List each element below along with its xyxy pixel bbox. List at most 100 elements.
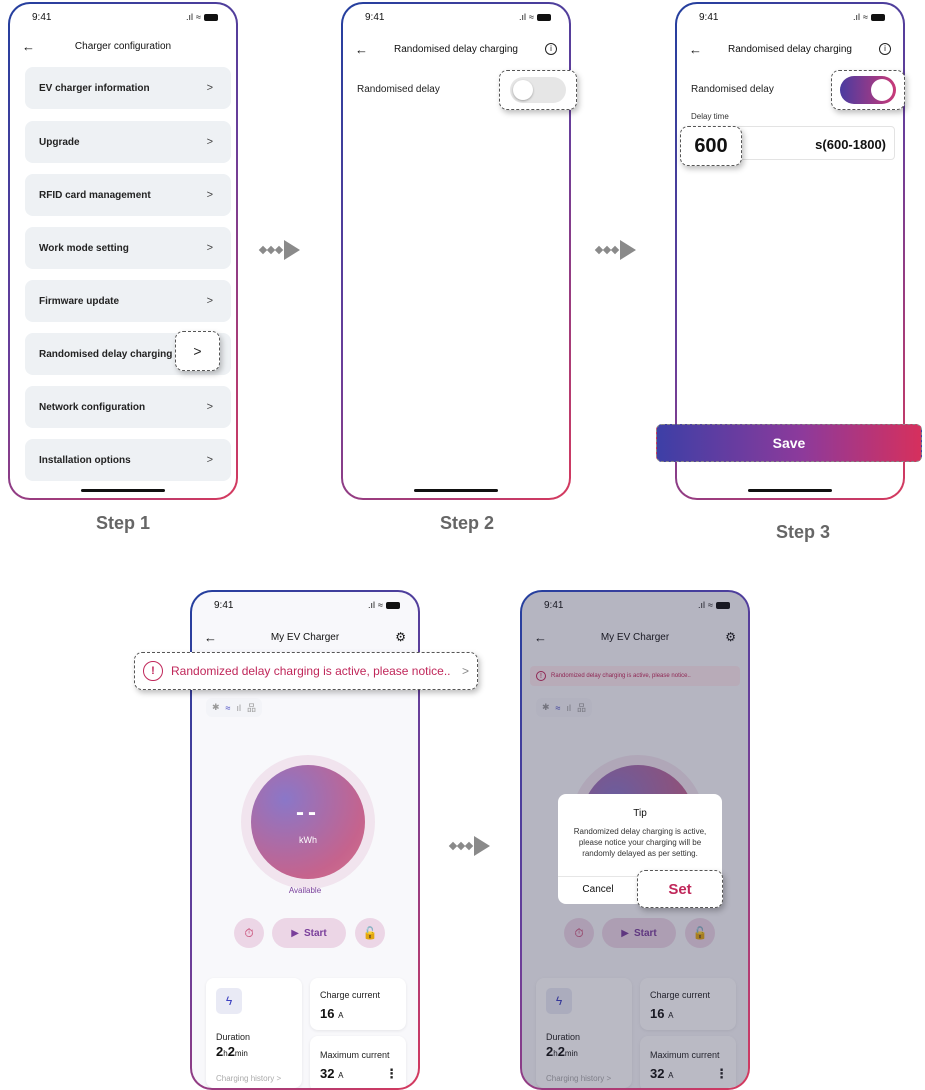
chevron-right-icon: > <box>206 401 213 413</box>
status-icons: .ıl ≈ <box>186 12 218 22</box>
charge-current-value: 16 A <box>320 1006 344 1021</box>
cellular-icon: ıl <box>236 702 242 713</box>
tip-body: Randomized delay charging is active, ple… <box>573 827 707 858</box>
chevron-right-icon: > <box>206 454 213 466</box>
alert-icon: ! <box>143 661 163 681</box>
delay-value-input[interactable]: 600 <box>680 126 742 166</box>
toggle-knob <box>871 79 893 101</box>
back-arrow-icon[interactable]: ← <box>204 630 217 645</box>
flow-arrow-3 <box>448 836 490 856</box>
energy-value: -- <box>296 799 320 826</box>
info-icon[interactable]: i <box>879 43 891 55</box>
page-title: Charger configuration <box>74 40 172 52</box>
delay-unit: s(600-1800) <box>815 137 886 152</box>
status-icons: .ıl ≈ <box>368 600 400 610</box>
status-time: 9:41 <box>699 11 719 23</box>
toggle-label: Randomised delay <box>357 84 440 95</box>
menu-item-upgrade[interactable]: Upgrade > <box>25 121 231 163</box>
home-indicator <box>748 489 832 492</box>
tip-title: Tip <box>633 808 647 819</box>
header: ← My EV Charger ⚙ <box>192 625 418 649</box>
menu-item-rfid-card-management[interactable]: RFID card management > <box>25 174 231 216</box>
charging-history-link[interactable]: Charging history > <box>216 1074 281 1083</box>
more-vertical-icon[interactable]: ⋮ <box>385 1066 398 1082</box>
toggle-label: Randomised delay <box>691 84 774 95</box>
battery-icon <box>386 601 400 609</box>
menu-item-label: RFID card management <box>39 189 151 201</box>
back-arrow-icon[interactable]: ← <box>355 42 368 57</box>
settings-gear-icon[interactable]: ⚙ <box>395 630 406 644</box>
energy-gauge: -- kWh <box>251 765 365 879</box>
page-title: Randomised delay charging <box>728 43 852 55</box>
bluetooth-icon: ✱ <box>212 702 220 712</box>
set-label: Set <box>668 880 692 898</box>
play-icon: ▶ <box>291 927 299 939</box>
back-arrow-icon[interactable]: ← <box>689 42 702 57</box>
start-button[interactable]: ▶ Start <box>272 918 346 948</box>
page-title: My EV Charger <box>270 631 340 643</box>
unlock-icon[interactable]: 🔓 <box>355 918 385 948</box>
status-bar: 9:41 .ıl ≈ <box>699 10 885 24</box>
menu-item-network-configuration[interactable]: Network configuration > <box>25 386 231 428</box>
status-time: 9:41 <box>365 11 385 23</box>
menu-item-ev-charger-information[interactable]: EV charger information > <box>25 67 231 109</box>
signal-icon: .ıl <box>853 12 861 22</box>
header: ← Randomised delay charging i <box>677 37 903 61</box>
info-icon[interactable]: i <box>545 43 557 55</box>
back-arrow-icon[interactable]: ← <box>22 39 35 54</box>
phone-charger-configuration: 9:41 .ıl ≈ ← Charger configuration EV cha… <box>8 2 238 500</box>
step-3-label: Step 3 <box>776 522 831 542</box>
battery-icon <box>871 13 885 21</box>
charge-current-label: Charge current <box>320 990 381 1000</box>
menu-item-label: Installation options <box>39 454 131 466</box>
charger-state: Available <box>288 886 322 895</box>
phone-tip-dialog: 9:41 .ıl ≈ ← My EV Charger ⚙ ! Randomized… <box>520 590 750 1090</box>
signal-icon: .ıl <box>519 12 527 22</box>
menu-item-work-mode-setting[interactable]: Work mode setting > <box>25 227 231 269</box>
randomised-delay-toggle[interactable] <box>840 76 896 104</box>
status-bar: 9:41 .ıl ≈ <box>214 598 400 612</box>
max-current-value: 32 A <box>320 1066 344 1081</box>
flow-arrow-1 <box>258 240 300 260</box>
delay-time-label: Delay time <box>691 112 729 121</box>
wifi-icon: ≈ <box>196 12 201 22</box>
cancel-button[interactable]: Cancel <box>558 884 638 895</box>
timer-icon[interactable]: ⏱ <box>234 918 264 948</box>
notice-text: Randomized delay charging is active, ple… <box>171 664 451 678</box>
max-current-card: Maximum current 32 A ⋮ <box>310 1036 406 1088</box>
energy-unit: kWh <box>299 835 317 845</box>
lightning-icon: ϟ <box>216 988 242 1014</box>
duration-card: ϟ Duration 2h2min Charging history > <box>206 978 302 1088</box>
ethernet-icon: 品 <box>247 703 257 713</box>
wifi-icon: ≈ <box>529 12 534 22</box>
wifi-icon: ≈ <box>378 600 383 610</box>
wifi-icon: ≈ <box>863 12 868 22</box>
notice-banner[interactable]: ! Randomized delay charging is active, p… <box>134 652 478 690</box>
duration-value: 2h2min <box>216 1044 248 1059</box>
signal-icon: .ıl <box>186 12 194 22</box>
status-time: 9:41 <box>214 599 234 611</box>
menu-item-label: Firmware update <box>39 295 120 307</box>
page-title: Randomised delay charging <box>394 43 518 55</box>
battery-icon <box>537 13 551 21</box>
set-button[interactable]: Set <box>637 870 723 908</box>
step-1-label: Step 1 <box>96 513 151 533</box>
duration-label: Duration <box>216 1032 251 1042</box>
flow-arrow-2 <box>594 240 636 260</box>
status-icons: .ıl ≈ <box>519 12 551 22</box>
menu-item-label: Randomised delay charging <box>39 348 173 360</box>
chevron-right-icon: > <box>206 295 213 307</box>
home-indicator <box>81 489 165 492</box>
chevron-right-icon: > <box>206 136 213 148</box>
randomised-delay-toggle[interactable] <box>510 77 566 103</box>
save-button[interactable]: Save <box>656 424 922 462</box>
status-icons: .ıl ≈ <box>853 12 885 22</box>
menu-item-label: Work mode setting <box>39 242 129 254</box>
highlight-chevron-randomised-delay[interactable]: > <box>175 331 220 371</box>
menu-item-firmware-update[interactable]: Firmware update > <box>25 280 231 322</box>
wifi-icon: ≈ <box>225 702 231 713</box>
delay-value: 600 <box>694 134 728 157</box>
chevron-right-icon: > <box>206 189 213 201</box>
menu-item-installation-options[interactable]: Installation options > <box>25 439 231 481</box>
status-time: 9:41 <box>32 11 52 23</box>
